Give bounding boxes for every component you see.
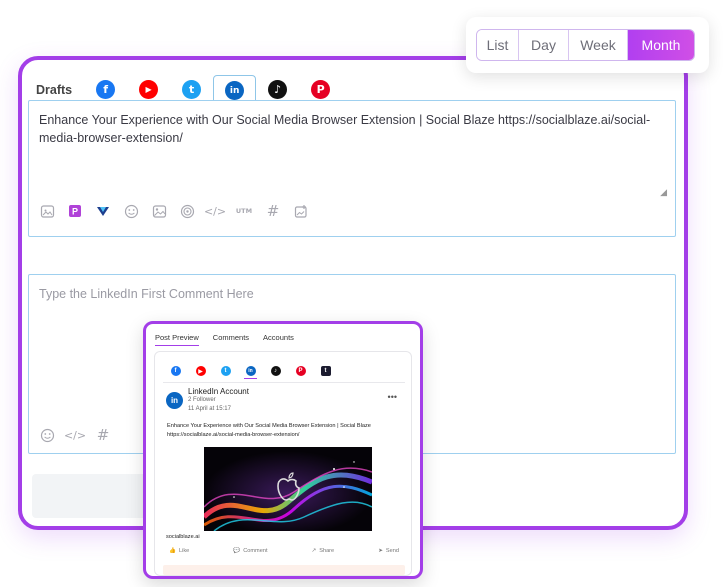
comment-label: Comment: [243, 548, 268, 554]
comment-button[interactable]: 💬 Comment: [233, 548, 267, 554]
hashtag-icon[interactable]: #: [265, 202, 281, 220]
tiktok-icon: ♪: [270, 366, 281, 376]
target-icon[interactable]: [179, 203, 195, 219]
like-label: Like: [178, 548, 190, 554]
tab-accounts[interactable]: Accounts: [263, 333, 294, 346]
footer-placeholder: [32, 474, 150, 518]
code-icon[interactable]: </>: [204, 203, 226, 219]
send-icon: ➤: [378, 548, 383, 554]
pinterest-icon: P: [295, 366, 306, 376]
comment-toolbar: </> #: [39, 426, 111, 444]
linkedin-icon: in: [245, 365, 256, 376]
svg-text:P: P: [72, 207, 78, 217]
share-button[interactable]: ↗ Share: [312, 548, 335, 554]
emoji-icon[interactable]: [39, 427, 55, 443]
preview-tab-twitter[interactable]: t: [219, 363, 232, 379]
view-day-button[interactable]: Day: [519, 30, 569, 60]
preview-footer: [163, 565, 405, 575]
view-switcher: List Day Week Month: [466, 17, 709, 73]
image-icon[interactable]: [151, 203, 167, 219]
preview-post-text: Enhance Your Experience with Our Social …: [167, 423, 371, 438]
view-month-button[interactable]: Month: [628, 30, 694, 60]
preview-tab-youtube[interactable]: ▶: [194, 363, 207, 379]
preview-tab-facebook[interactable]: f: [169, 363, 182, 379]
youtube-icon: ▶: [195, 366, 206, 376]
share-icon: ↗: [311, 548, 317, 554]
view-week-button[interactable]: Week: [569, 30, 628, 60]
linkedin-icon: in: [225, 81, 245, 100]
facebook-icon: f: [96, 80, 116, 99]
divider: [163, 382, 405, 383]
link-preview-image: [204, 447, 372, 531]
preview-tabs: Post Preview Comments Accounts: [155, 333, 294, 346]
tab-comments[interactable]: Comments: [213, 333, 249, 346]
like-button[interactable]: 👍 Like: [169, 548, 189, 554]
drafts-label: Drafts: [36, 83, 73, 97]
send-button[interactable]: ➤ Send: [378, 548, 399, 554]
vista-icon[interactable]: [95, 203, 111, 219]
media-library-icon[interactable]: [293, 203, 309, 219]
hashtag-icon[interactable]: #: [95, 426, 111, 444]
twitter-icon: t: [220, 366, 231, 376]
utm-icon[interactable]: UTM: [235, 203, 253, 219]
editor-toolbar: P </> UTM #: [39, 202, 309, 220]
more-options-icon[interactable]: •••: [388, 392, 397, 402]
follower-count: 2 Follower: [188, 397, 216, 403]
post-actions: 👍 Like 💬 Comment ↗ Share ➤ Send: [169, 548, 399, 554]
preview-tab-tiktok[interactable]: ♪: [269, 363, 282, 379]
share-label: Share: [319, 548, 335, 554]
twitter-icon: t: [182, 80, 202, 99]
account-name: LinkedIn Account: [188, 387, 249, 396]
comment-icon: 💬: [233, 548, 241, 554]
tiktok-icon: ♪: [268, 80, 288, 99]
first-comment-placeholder[interactable]: Type the LinkedIn First Comment Here: [39, 287, 254, 301]
youtube-icon: ▶: [139, 80, 159, 99]
picsart-icon[interactable]: P: [67, 203, 83, 219]
ai-assistant-icon[interactable]: [39, 203, 55, 219]
pinterest-icon: P: [311, 80, 331, 99]
like-icon: 👍: [169, 548, 176, 554]
code-icon[interactable]: </>: [64, 427, 86, 443]
post-preview-card: Post Preview Comments Accounts f ▶ t in ♪ Pt …: [143, 321, 423, 579]
preview-tab-tumblr[interactable]: t: [319, 363, 332, 379]
tumblr-icon: t: [320, 366, 331, 376]
send-label: Send: [385, 548, 399, 554]
post-text[interactable]: Enhance Your Experience with Our Social …: [39, 111, 665, 147]
preview-tab-linkedin[interactable]: in: [244, 363, 257, 379]
facebook-icon: f: [170, 366, 181, 376]
tab-post-preview[interactable]: Post Preview: [155, 333, 199, 346]
preview-panel: f ▶ t in ♪ Pt in LinkedIn Account 2 Follower …: [154, 351, 412, 576]
linkedin-avatar: in: [166, 392, 183, 409]
post-timestamp: 11 April at 15:17: [188, 406, 231, 412]
post-editor[interactable]: Enhance Your Experience with Our Social …: [28, 100, 676, 237]
preview-tab-pinterest[interactable]: P: [294, 363, 307, 379]
resize-handle[interactable]: ◢: [660, 187, 667, 198]
view-toggle-group: List Day Week Month: [476, 29, 695, 61]
emoji-icon[interactable]: [123, 203, 139, 219]
preview-network-tabs: f ▶ t in ♪ Pt: [169, 363, 332, 379]
view-list-button[interactable]: List: [477, 30, 519, 60]
link-domain: socialblaze.ai: [166, 534, 200, 540]
